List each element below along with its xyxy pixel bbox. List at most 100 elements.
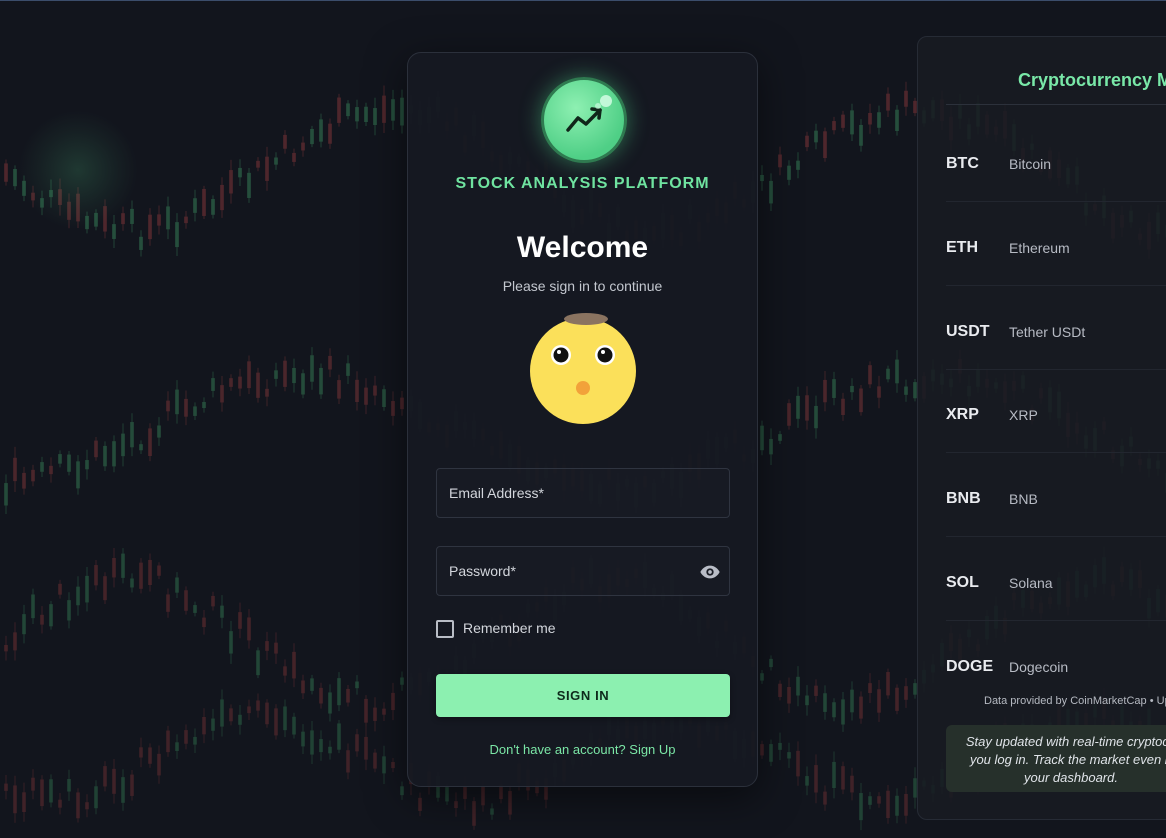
candle-body	[850, 689, 854, 713]
candle-body	[58, 799, 62, 808]
candle-body	[76, 461, 80, 489]
candle-body	[247, 706, 251, 714]
candle-body	[13, 785, 17, 814]
candle-body	[211, 718, 215, 731]
candle-body	[400, 97, 404, 126]
candle-body	[355, 107, 359, 122]
candle-body	[22, 472, 26, 489]
candle-body	[94, 440, 98, 458]
candle-body	[283, 134, 287, 149]
candle-body	[256, 160, 260, 168]
crypto-row[interactable]: SOL Solana	[946, 574, 1166, 621]
candle-body	[832, 702, 836, 718]
candle-body	[148, 428, 152, 457]
candle-body	[148, 559, 152, 586]
crypto-row[interactable]: XRP XRP	[946, 406, 1166, 453]
candle-body	[823, 693, 827, 712]
candle-body	[238, 714, 242, 725]
candle-body	[220, 184, 224, 211]
remember-checkbox[interactable]	[436, 620, 454, 638]
crypto-symbol: SOL	[946, 574, 979, 591]
crypto-row[interactable]: BTC Bitcoin	[946, 155, 1166, 202]
candle-body	[13, 169, 17, 187]
candle-body	[238, 376, 242, 389]
candle-body	[364, 106, 368, 123]
crypto-row[interactable]: ETH Ethereum	[946, 239, 1166, 286]
candle-body	[778, 683, 782, 697]
candle-body	[895, 795, 899, 816]
candle-body	[364, 698, 368, 723]
candle-body	[346, 103, 350, 117]
candle-body	[346, 688, 350, 703]
candle-body	[346, 363, 350, 376]
crypto-name: Dogecoin	[1009, 659, 1069, 675]
candle-body	[139, 236, 143, 250]
candle-body	[796, 676, 800, 696]
sign-in-button[interactable]: SIGN IN	[436, 674, 730, 717]
row-divider	[946, 285, 1166, 286]
candle-body	[895, 687, 899, 711]
candle-body	[13, 632, 17, 651]
candle-body	[760, 425, 764, 451]
candle-body	[859, 696, 863, 719]
candle-body	[292, 152, 296, 162]
candle-body	[193, 406, 197, 416]
candle-body	[274, 642, 278, 654]
crypto-symbol: BNB	[946, 490, 981, 507]
candle-body	[886, 93, 890, 111]
candle-body	[490, 808, 494, 815]
password-field[interactable]: Password*	[436, 546, 730, 596]
candle-body	[175, 577, 179, 593]
candle-body	[121, 213, 125, 225]
candle-body	[850, 775, 854, 793]
candle-body	[85, 802, 89, 810]
candle-body	[391, 99, 395, 121]
candle-body	[319, 119, 323, 142]
candle-body	[877, 112, 881, 128]
candle-body	[256, 700, 260, 711]
candle-body	[202, 617, 206, 628]
crypto-row[interactable]: BNB BNB	[946, 490, 1166, 537]
candle-body	[364, 736, 368, 760]
candle-body	[769, 438, 773, 455]
candle-body	[139, 562, 143, 589]
candle-body	[823, 379, 827, 403]
candle-body	[139, 747, 143, 758]
candle-body	[373, 385, 377, 396]
candle-body	[364, 387, 368, 405]
candle-body	[769, 180, 773, 204]
crypto-row[interactable]: DOGE Dogecoin	[946, 658, 1166, 698]
candle-body	[40, 779, 44, 807]
candle-body	[13, 457, 17, 482]
candle-body	[769, 658, 773, 668]
candle-body	[391, 401, 395, 416]
candle-body	[139, 444, 143, 451]
crypto-symbol: ETH	[946, 239, 978, 256]
candle-body	[4, 163, 8, 182]
candle-body	[373, 707, 377, 721]
candle-body	[31, 469, 35, 482]
candle-body	[4, 483, 8, 506]
candle-body	[859, 388, 863, 413]
candle-body	[877, 386, 881, 398]
candle-body	[130, 578, 134, 588]
candle-body	[22, 614, 26, 635]
crypto-row[interactable]: USDT Tether USDt	[946, 323, 1166, 370]
candle-body	[94, 786, 98, 809]
candle-body	[400, 786, 404, 796]
email-field[interactable]: Email Address*	[436, 468, 730, 518]
eye-icon[interactable]	[699, 561, 721, 588]
candle-body	[166, 730, 170, 753]
candle-body	[337, 723, 341, 750]
candle-body	[301, 142, 305, 151]
row-divider	[946, 369, 1166, 370]
candle-body	[850, 385, 854, 393]
candle-body	[112, 224, 116, 239]
candle-body	[805, 776, 809, 786]
sign-up-link[interactable]: Don't have an account? Sign Up	[408, 742, 757, 757]
candle-body	[238, 167, 242, 178]
candle-body	[148, 747, 152, 764]
candle-body	[868, 365, 872, 385]
candle-body	[184, 216, 188, 224]
candle-body	[841, 766, 845, 790]
